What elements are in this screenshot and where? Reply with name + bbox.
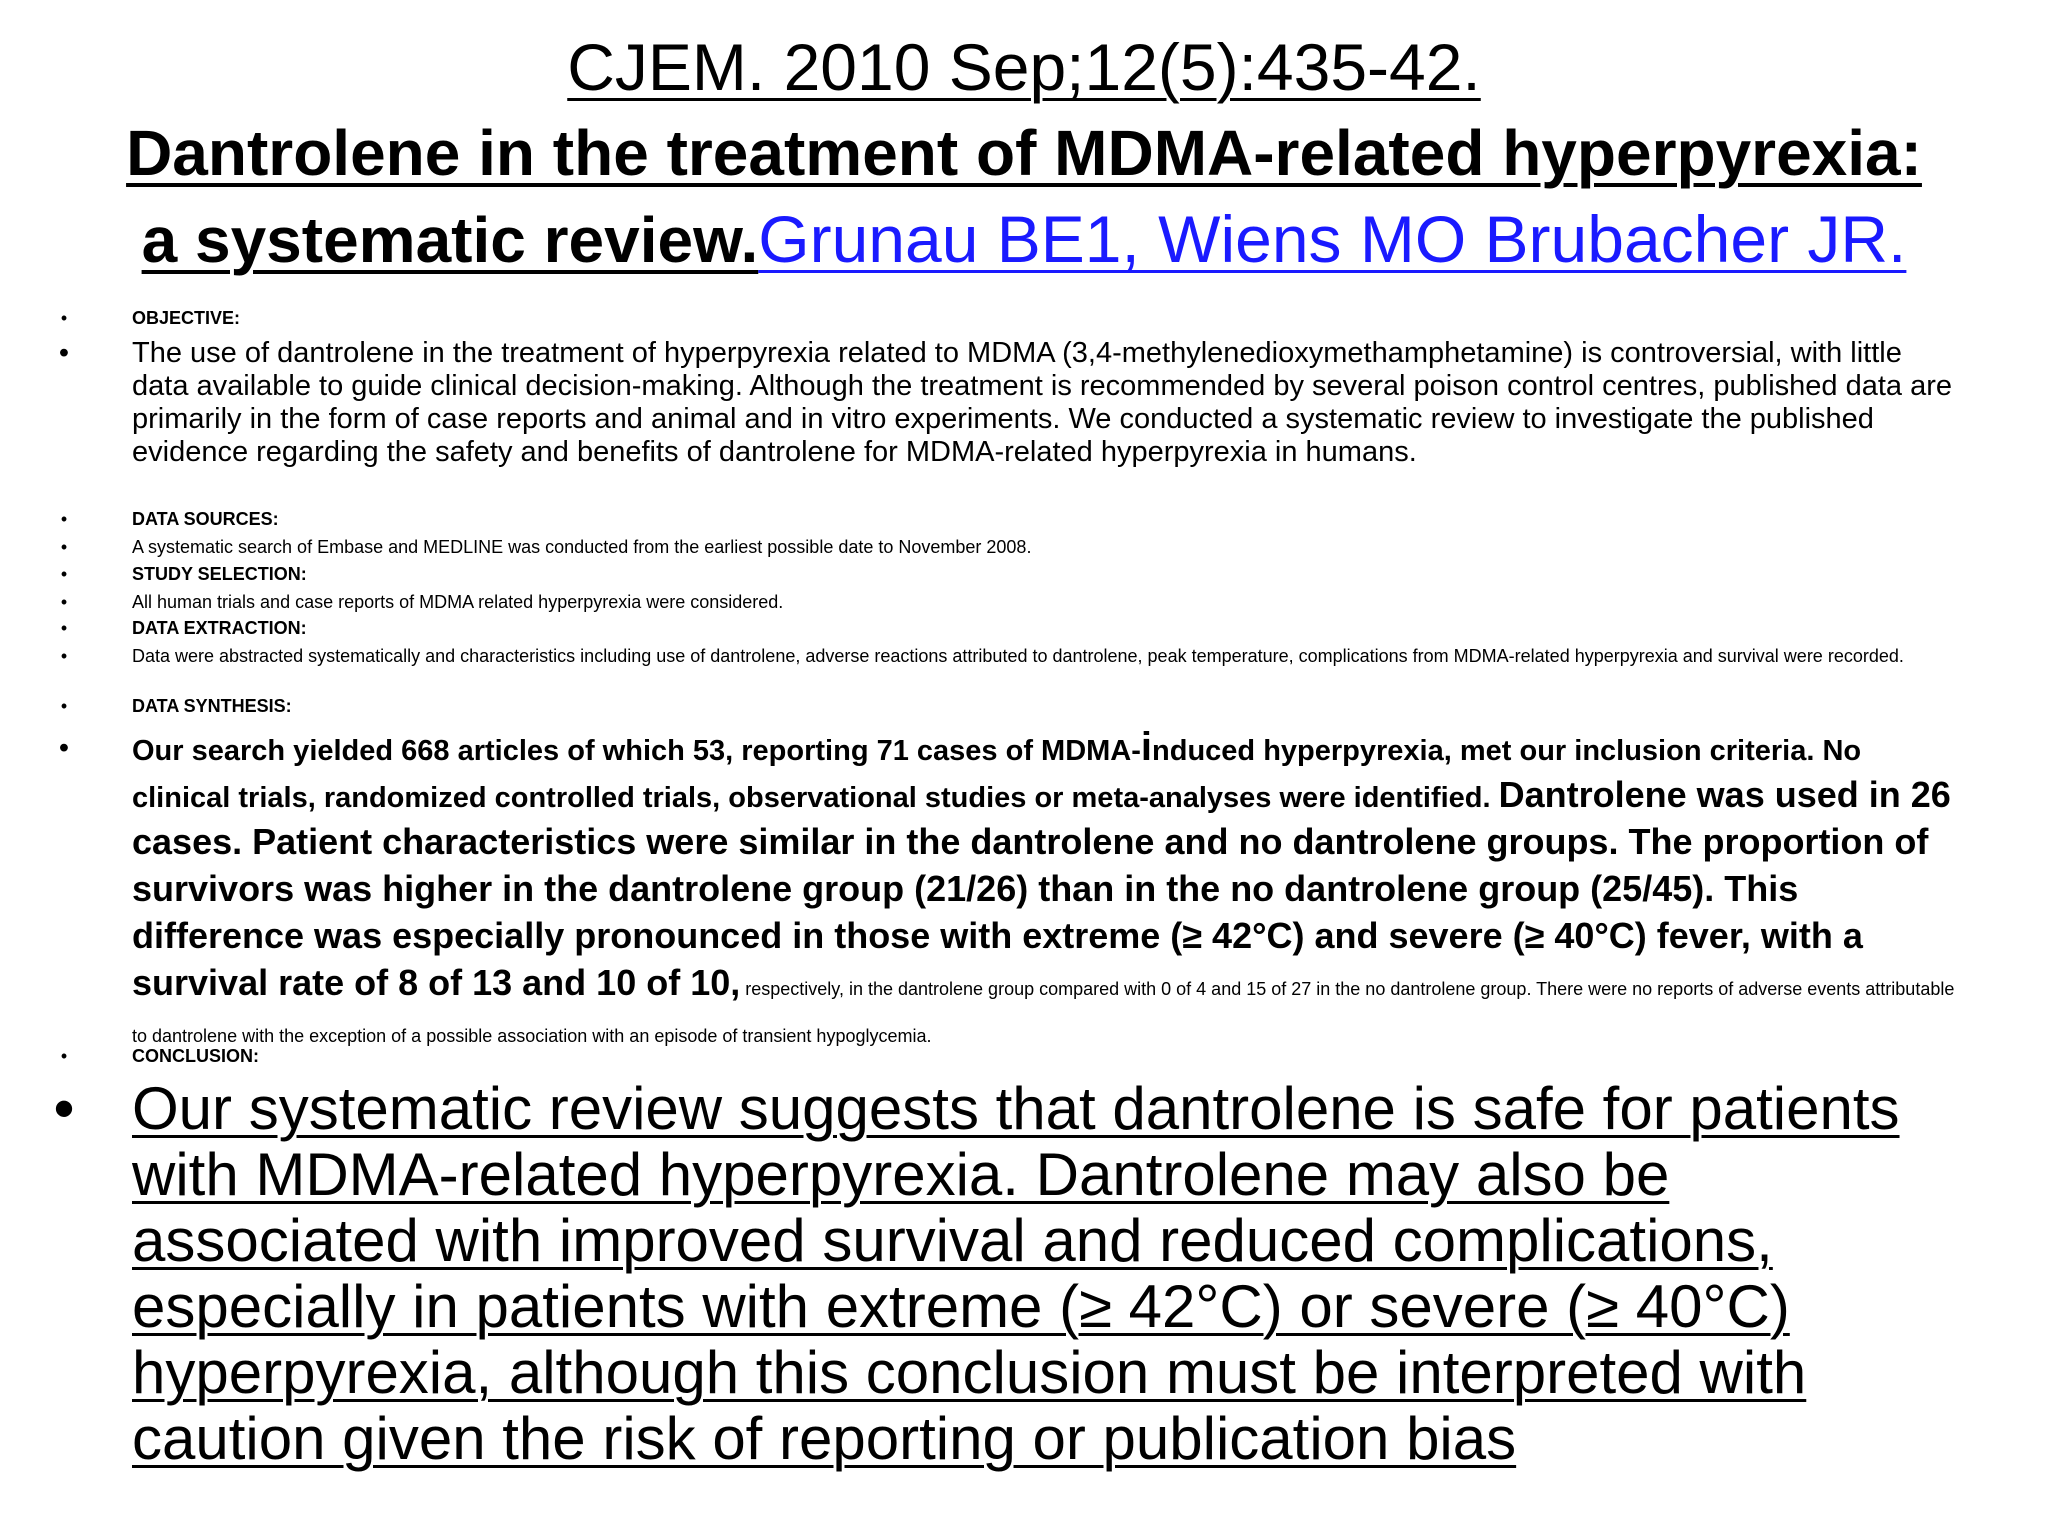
data-extraction-text: Data were abstracted systematically and … — [132, 646, 1904, 666]
article-title-line-2: a systematic review.Grunau BE1, Wiens MO… — [0, 196, 2048, 283]
bullet-icon: • — [60, 1046, 68, 1066]
article-title-part-2: a systematic review. — [141, 204, 759, 276]
synthesis-part-1-i: i — [1140, 725, 1153, 769]
article-title-part-1: Dantrolene in the treatment of MDMA-rela… — [126, 117, 1922, 189]
bullet-icon: • — [58, 337, 70, 369]
data-synthesis-heading: DATA SYNTHESIS: — [132, 696, 292, 716]
bullet-icon: • — [60, 564, 68, 584]
objective-text: The use of dantrolene in the treatment o… — [132, 337, 1953, 468]
bullet-icon: • — [58, 732, 70, 764]
synthesis-part-1a: Our search yielded 668 articles of which… — [132, 735, 1141, 767]
study-selection-heading: STUDY SELECTION: — [132, 564, 307, 584]
bullet-icon: • — [60, 696, 68, 716]
bullet-icon: • — [60, 592, 68, 612]
slide: CJEM. 2010 Sep;12(5):435-42. Dantrolene … — [0, 0, 2048, 1536]
data-sources-text: A systematic search of Embase and MEDLIN… — [132, 537, 1032, 557]
bullet-icon: • — [60, 308, 68, 328]
journal-citation: CJEM. 2010 Sep;12(5):435-42. — [567, 30, 1481, 104]
conclusion-text: Our systematic review suggests that dant… — [132, 1075, 1900, 1472]
bullet-icon: • — [60, 646, 68, 666]
objective-heading: OBJECTIVE: — [132, 308, 241, 328]
data-synthesis-text: Our search yielded 668 articles of which… — [132, 725, 1962, 1058]
article-title-line-1: Dantrolene in the treatment of MDMA-rela… — [0, 110, 2048, 196]
bullet-icon: • — [60, 509, 68, 529]
data-extraction-heading: DATA EXTRACTION: — [132, 618, 307, 638]
bullet-icon: • — [53, 1075, 75, 1142]
study-selection-text: All human trials and case reports of MDM… — [132, 592, 784, 612]
data-sources-heading: DATA SOURCES: — [132, 509, 279, 529]
slide-header: CJEM. 2010 Sep;12(5):435-42. Dantrolene … — [0, 24, 2048, 283]
bullet-icon: • — [60, 537, 68, 557]
bullet-icon: • — [60, 618, 68, 638]
authors-link[interactable]: Grunau BE1, Wiens MO Brubacher JR. — [758, 202, 1906, 276]
conclusion-heading: CONCLUSION: — [132, 1046, 259, 1066]
